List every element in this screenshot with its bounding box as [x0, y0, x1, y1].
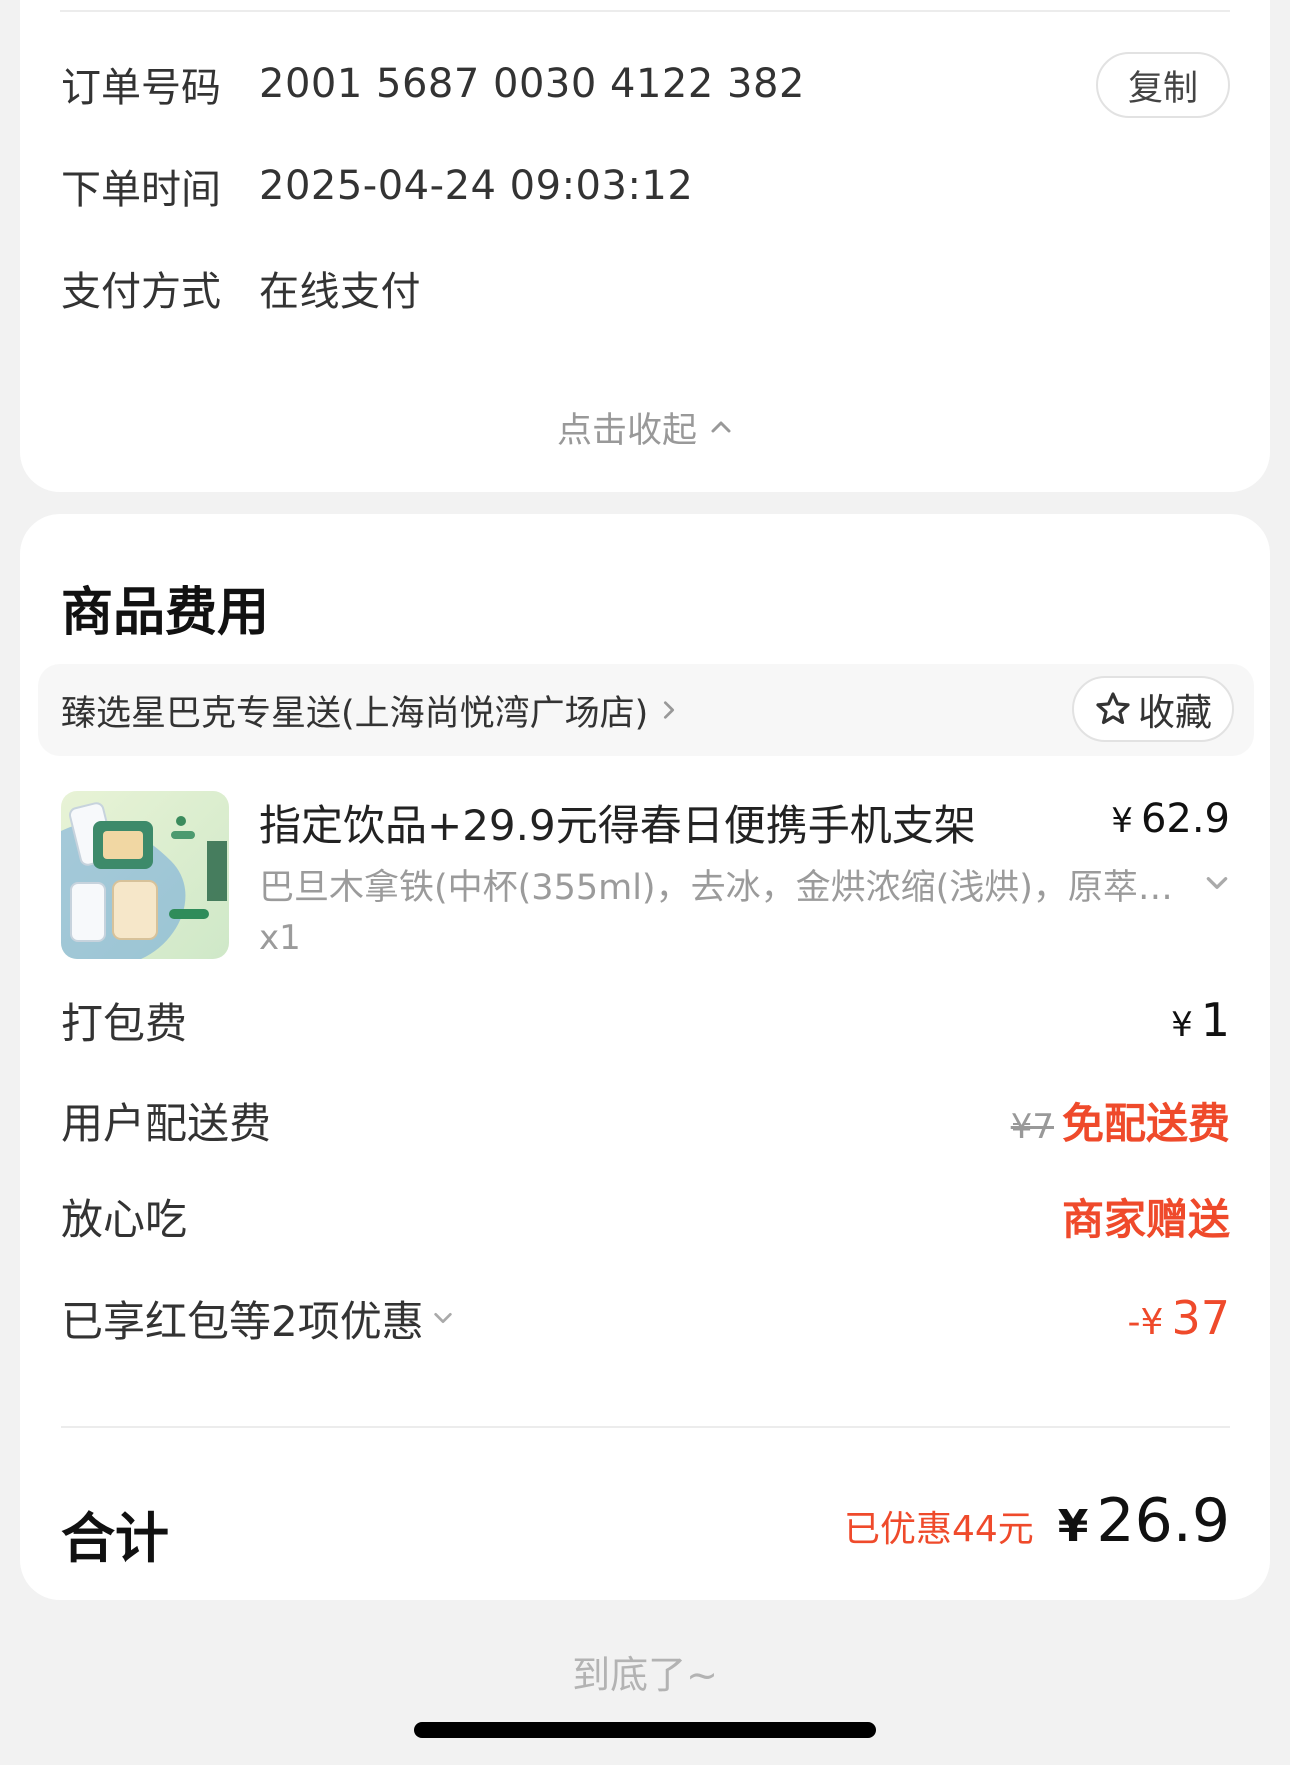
cost-card: 商品费用 臻选星巴克专星送(上海尚悦湾广场店) 收藏 指定饮品+29.9元得春日… [20, 514, 1270, 1600]
currency-symbol: ¥ [1057, 1501, 1089, 1552]
collapse-toggle[interactable]: 点击收起 [20, 402, 1270, 452]
discount-label-group[interactable]: 已享红包等2项优惠 [61, 1288, 454, 1349]
store-bar: 臻选星巴克专星送(上海尚悦湾广场店) 收藏 [38, 664, 1254, 756]
divider [60, 10, 1230, 12]
order-info-card: 订单号码 2001 5687 0030 4122 382 复制 下单时间 202… [20, 0, 1270, 492]
currency-symbol: ¥ [1171, 1005, 1193, 1045]
product-image[interactable] [61, 791, 229, 959]
order-number-value: 2001 5687 0030 4122 382 [259, 61, 805, 107]
section-title: 商品费用 [61, 583, 270, 643]
total-summary: 已优惠44元 ¥ 26.9 [844, 1486, 1230, 1556]
favorite-label: 收藏 [1138, 691, 1212, 734]
total-label: 合计 [61, 1507, 169, 1570]
favorite-button[interactable]: 收藏 [1072, 676, 1234, 742]
order-time-value: 2025-04-24 09:03:12 [259, 163, 694, 209]
product-description: 巴旦木拿铁(中杯(355ml)，去冰，金烘浓缩(浅烘)，原萃… [259, 868, 1173, 908]
order-time-row: 下单时间 2025-04-24 09:03:12 [61, 156, 1230, 216]
product-price: ¥ 62.9 [1111, 796, 1230, 842]
copy-button[interactable]: 复制 [1096, 52, 1230, 118]
payment-method-row: 支付方式 在线支付 [61, 258, 1230, 318]
delivery-fee-value: ¥7 免配送费 [1011, 1090, 1230, 1151]
discount-amount: 37 [1171, 1291, 1230, 1345]
order-time-label: 下单时间 [61, 167, 221, 213]
product-thumbnail [61, 791, 229, 959]
discount-value: -¥ 37 [1128, 1291, 1230, 1345]
product-price-value: 62.9 [1140, 796, 1230, 842]
product-title[interactable]: 指定饮品+29.9元得春日便携手机支架 [259, 792, 976, 853]
packing-fee-amount: 1 [1200, 993, 1230, 1047]
star-icon [1096, 692, 1130, 725]
packing-fee-row: 打包费 ¥ 1 [61, 990, 1230, 1050]
order-number-row: 订单号码 2001 5687 0030 4122 382 复制 [61, 52, 1230, 118]
divider [61, 1426, 1230, 1428]
delivery-fee-label: 用户配送费 [61, 1098, 272, 1148]
chevron-down-icon[interactable] [1204, 870, 1230, 896]
chevron-up-icon [711, 421, 731, 433]
collapse-label: 点击收起 [556, 410, 697, 451]
discount-label: 已享红包等2项优惠 [61, 1296, 424, 1346]
payment-method-label: 支付方式 [61, 269, 221, 315]
packing-fee-label: 打包费 [61, 998, 188, 1048]
discount-prefix: -¥ [1127, 1302, 1164, 1343]
store-link[interactable]: 臻选星巴克专星送(上海尚悦湾广场店) [61, 664, 680, 756]
assurance-value: 商家赠送 [1061, 1194, 1230, 1244]
total-price-value: 26.9 [1096, 1486, 1230, 1556]
assurance-row: 放心吃 商家赠送 [61, 1186, 1230, 1246]
packing-fee-value: ¥ 1 [1171, 993, 1230, 1047]
saved-amount: 已优惠44元 [843, 1509, 1034, 1550]
home-indicator[interactable] [414, 1722, 876, 1738]
assurance-label: 放心吃 [61, 1194, 188, 1244]
currency-symbol: ¥ [1111, 801, 1133, 841]
chevron-down-icon [434, 1312, 452, 1324]
chevron-right-icon [664, 701, 675, 719]
product-quantity: x1 [259, 918, 301, 958]
store-name: 臻选星巴克专星送(上海尚悦湾广场店) [61, 693, 649, 734]
total-price: ¥ 26.9 [1058, 1486, 1230, 1556]
delivery-free-label: 免配送费 [1061, 1098, 1230, 1148]
payment-method-value: 在线支付 [259, 269, 421, 315]
delivery-fee-row: 用户配送费 ¥7 免配送费 [61, 1090, 1230, 1150]
end-of-list-text: 到底了~ [572, 1653, 718, 1697]
discount-row[interactable]: 已享红包等2项优惠 -¥ 37 [61, 1288, 1230, 1348]
delivery-original-price: ¥7 [1010, 1106, 1054, 1147]
order-number-label: 订单号码 [61, 65, 221, 111]
